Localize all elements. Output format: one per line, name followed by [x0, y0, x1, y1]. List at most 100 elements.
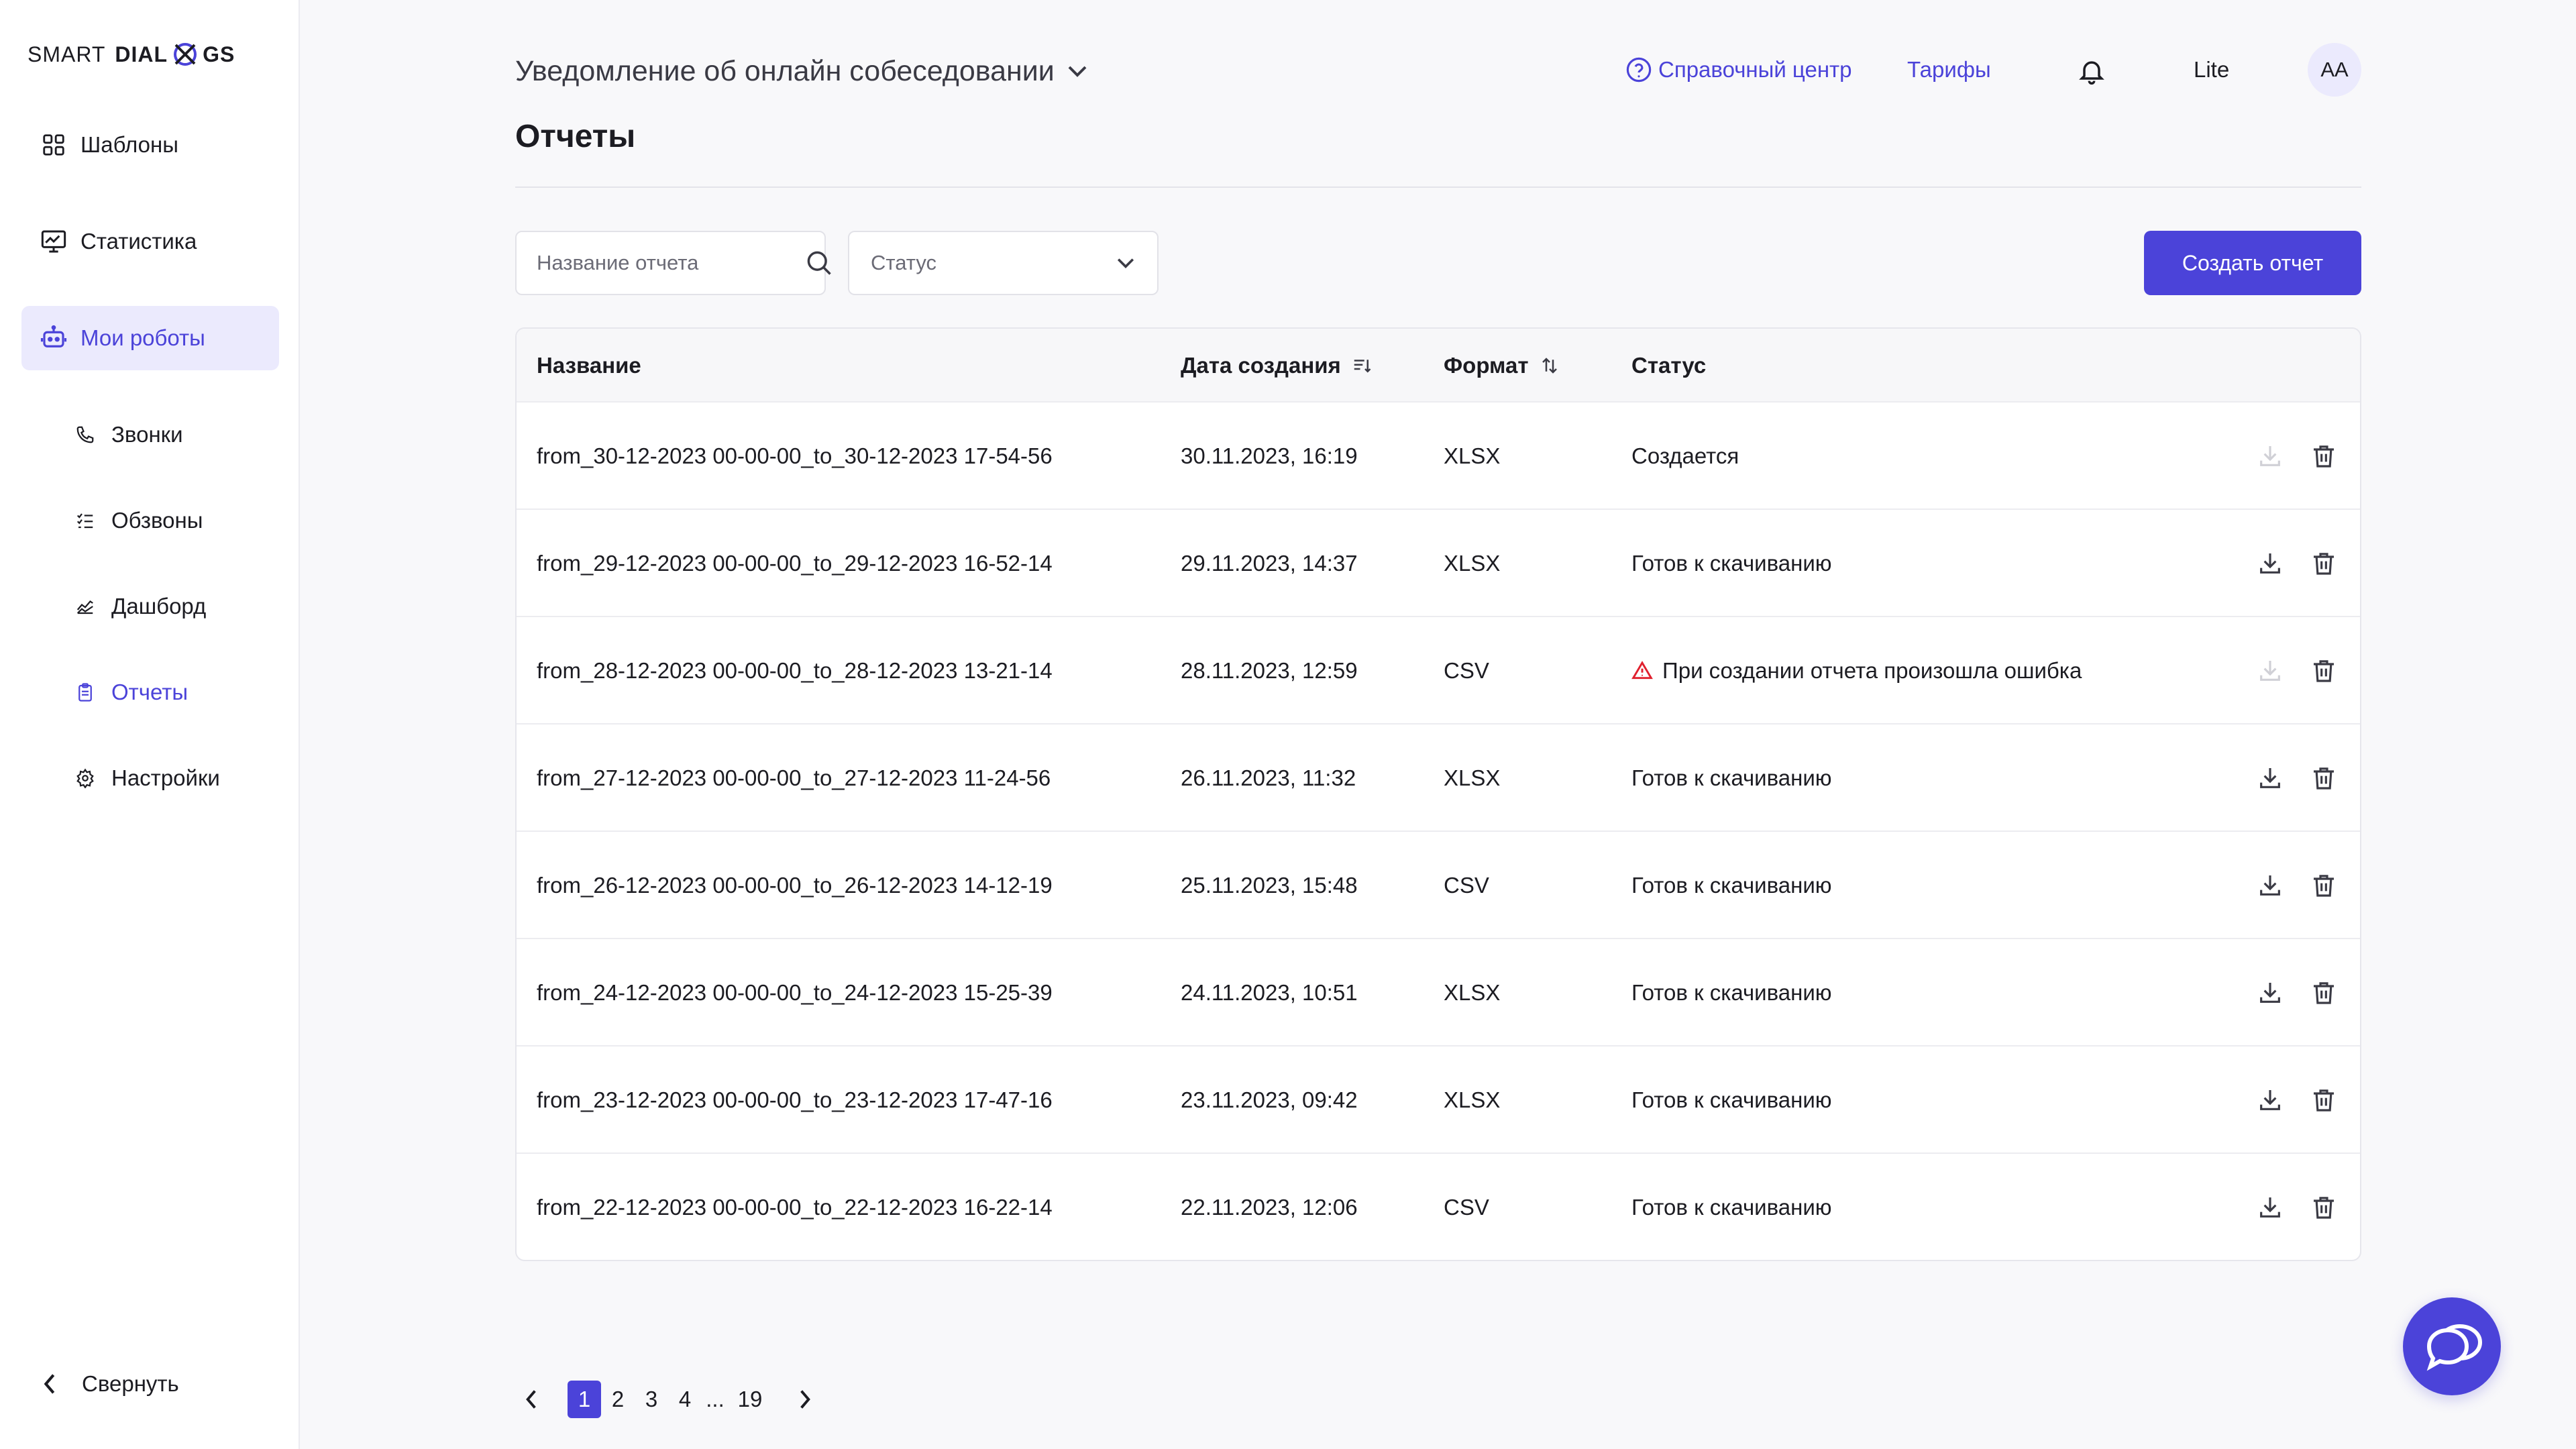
plan-badge[interactable]: Lite	[2194, 51, 2229, 89]
robot-selector[interactable]: Уведомление об онлайн собеседовании	[515, 51, 1088, 91]
header-divider	[515, 186, 2361, 188]
collapse-sidebar-button[interactable]: Свернуть	[42, 1365, 179, 1403]
search-icon[interactable]	[804, 248, 834, 278]
support-chat-button[interactable]	[2403, 1297, 2501, 1395]
sidebar-subitem-calls[interactable]: Звонки	[74, 415, 183, 455]
report-name: from_29-12-2023 00-00-00_to_29-12-2023 1…	[537, 551, 1053, 576]
table-row: from_30-12-2023 00-00-00_to_30-12-2023 1…	[517, 402, 2360, 510]
sidebar-item-templates[interactable]: Шаблоны	[21, 113, 279, 177]
column-header-label: Формат	[1444, 353, 1529, 378]
sidebar-item-label: Шаблоны	[80, 132, 178, 157]
status-select[interactable]: Статус	[848, 231, 1159, 295]
chat-bubble-icon	[2426, 1324, 2482, 1371]
chevron-down-icon	[1067, 64, 1088, 78]
column-header-label: Дата создания	[1181, 353, 1341, 378]
table-row: from_22-12-2023 00-00-00_to_22-12-2023 1…	[517, 1154, 2360, 1260]
report-created: 26.11.2023, 11:32	[1181, 765, 1356, 790]
search-input[interactable]	[537, 251, 804, 275]
brand-o-icon	[174, 43, 197, 66]
report-created: 22.11.2023, 12:06	[1181, 1195, 1358, 1220]
status-select-value: Статус	[871, 251, 936, 274]
report-status: Создается	[1631, 443, 1739, 468]
app-root: SMART DIAL GS Шаблоны Статистика Мои роб…	[0, 0, 2576, 1449]
report-status-error: При создании отчета произошла ошибка	[1631, 617, 2082, 724]
page-button-3[interactable]: 3	[635, 1381, 668, 1418]
sort-desc-icon[interactable]	[1352, 356, 1372, 376]
trash-icon[interactable]	[2305, 437, 2343, 475]
table-row: from_28-12-2023 00-00-00_to_28-12-2023 1…	[517, 617, 2360, 724]
checklist-icon	[74, 509, 97, 532]
report-name: from_30-12-2023 00-00-00_to_30-12-2023 1…	[537, 443, 1053, 468]
sidebar-item-label: Статистика	[80, 229, 197, 254]
bell-icon[interactable]	[2074, 54, 2109, 89]
report-format: XLSX	[1444, 980, 1501, 1005]
trash-icon[interactable]	[2305, 1189, 2343, 1226]
download-icon[interactable]	[2251, 867, 2289, 904]
report-name: from_27-12-2023 00-00-00_to_27-12-2023 1…	[537, 765, 1051, 790]
report-format: CSV	[1444, 1195, 1489, 1220]
dashboard-icon	[74, 595, 97, 618]
report-created: 29.11.2023, 14:37	[1181, 551, 1358, 576]
download-icon[interactable]	[2251, 974, 2289, 1012]
brand-logo[interactable]: SMART DIAL GS	[28, 38, 235, 71]
download-icon[interactable]	[2251, 1189, 2289, 1226]
report-status: Готов к скачиванию	[1631, 1087, 1832, 1112]
download-icon	[2251, 652, 2289, 690]
gear-icon	[74, 767, 97, 790]
robot-icon	[39, 323, 68, 353]
page-button-4[interactable]: 4	[668, 1381, 702, 1418]
page-button-19[interactable]: 19	[729, 1381, 771, 1418]
report-created: 30.11.2023, 16:19	[1181, 443, 1358, 468]
download-icon[interactable]	[2251, 545, 2289, 582]
help-center-label: Справочный центр	[1658, 57, 1852, 82]
create-report-button[interactable]: Создать отчет	[2144, 231, 2361, 295]
prev-page-button[interactable]	[515, 1381, 547, 1418]
report-name: from_22-12-2023 00-00-00_to_22-12-2023 1…	[537, 1195, 1053, 1220]
sidebar-subitem-label: Дашборд	[111, 594, 207, 619]
grid-icon	[39, 130, 68, 160]
page-button-1[interactable]: 1	[568, 1381, 601, 1418]
sidebar-subitem-reports[interactable]: Отчеты	[74, 672, 188, 712]
column-header-format[interactable]: Формат	[1444, 329, 1560, 402]
sidebar-subitem-label: Звонки	[111, 422, 183, 447]
trash-icon[interactable]	[2305, 759, 2343, 797]
help-center-link[interactable]: Справочный центр	[1625, 51, 1852, 89]
page-button-2[interactable]: 2	[601, 1381, 635, 1418]
brand-left: SMART	[28, 42, 106, 66]
chevron-down-icon	[1116, 257, 1136, 269]
sidebar-item-my-robots[interactable]: Мои роботы	[21, 306, 279, 370]
next-page-button[interactable]	[789, 1381, 821, 1418]
chevron-left-icon	[42, 1373, 58, 1395]
column-header-created[interactable]: Дата создания	[1181, 329, 1372, 402]
report-status: При создании отчета произошла ошибка	[1662, 658, 2082, 683]
sort-toggle-icon[interactable]	[1540, 356, 1560, 376]
sidebar-item-statistics[interactable]: Статистика	[21, 209, 279, 274]
report-format: XLSX	[1444, 765, 1501, 790]
trash-icon[interactable]	[2305, 1081, 2343, 1119]
trash-icon[interactable]	[2305, 974, 2343, 1012]
sidebar-subitem-dashboard[interactable]: Дашборд	[74, 586, 206, 627]
table-row: from_26-12-2023 00-00-00_to_26-12-2023 1…	[517, 832, 2360, 939]
sidebar-subitem-campaigns[interactable]: Обзвоны	[74, 500, 203, 541]
report-status: Готов к скачиванию	[1631, 765, 1832, 790]
report-status: Готов к скачиванию	[1631, 1195, 1832, 1220]
search-field[interactable]	[515, 231, 831, 295]
avatar[interactable]: АА	[2308, 43, 2361, 97]
tariffs-link[interactable]: Тарифы	[1907, 51, 1991, 89]
report-format: XLSX	[1444, 443, 1501, 468]
report-name: from_28-12-2023 00-00-00_to_28-12-2023 1…	[537, 658, 1053, 683]
report-format: CSV	[1444, 873, 1489, 898]
reports-table: Название Дата создания Формат Статус fro…	[515, 327, 2361, 1261]
sidebar-item-label: Мои роботы	[80, 325, 205, 350]
sidebar: SMART DIAL GS Шаблоны Статистика Мои роб…	[0, 0, 300, 1449]
report-format: XLSX	[1444, 551, 1501, 576]
sidebar-subitem-settings[interactable]: Настройки	[74, 758, 220, 798]
trash-icon[interactable]	[2305, 652, 2343, 690]
trash-icon[interactable]	[2305, 867, 2343, 904]
sidebar-subitem-label: Обзвоны	[111, 508, 203, 533]
trash-icon[interactable]	[2305, 545, 2343, 582]
download-icon[interactable]	[2251, 759, 2289, 797]
table-header: Название Дата создания Формат Статус	[517, 329, 2360, 402]
report-format: XLSX	[1444, 1087, 1501, 1112]
download-icon[interactable]	[2251, 1081, 2289, 1119]
